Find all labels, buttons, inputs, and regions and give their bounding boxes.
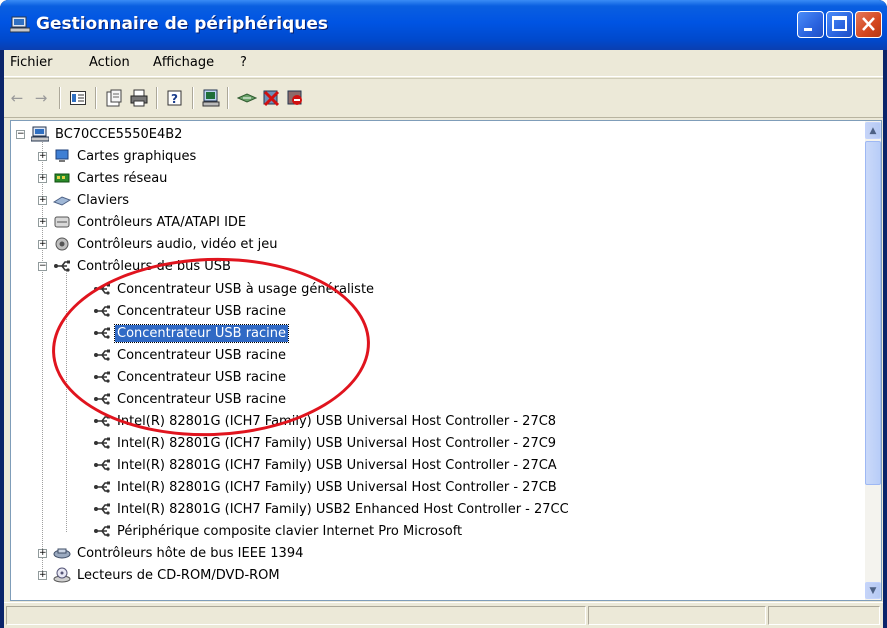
close-button[interactable] — [855, 11, 882, 38]
usb-device-label: Intel(R) 82801G (ICH7 Family) USB2 Enhan… — [117, 501, 569, 517]
tree-category-label: Contrôleurs hôte de bus IEEE 1394 — [77, 545, 304, 561]
audio-icon — [53, 236, 71, 252]
expand-icon[interactable]: + — [38, 548, 47, 558]
help-icon[interactable]: ? — [164, 87, 186, 109]
tree-category[interactable]: + Cartes graphiques — [38, 145, 198, 167]
tree-category[interactable]: + Contrôleurs audio, vidéo et jeu — [38, 233, 279, 255]
expand-icon[interactable]: + — [38, 217, 47, 227]
usb-icon — [93, 523, 111, 539]
maximize-icon — [832, 16, 847, 31]
menu-action[interactable]: Action — [89, 55, 130, 70]
tree-category-label: Lecteurs de CD-ROM/DVD-ROM — [77, 567, 280, 583]
usb-device-item[interactable]: Intel(R) 82801G (ICH7 Family) USB2 Enhan… — [93, 498, 571, 520]
maximize-button[interactable] — [826, 11, 853, 38]
tree-category[interactable]: + Cartes réseau — [38, 167, 169, 189]
expand-icon[interactable]: + — [38, 173, 47, 183]
forward-icon[interactable]: → — [30, 87, 52, 109]
back-icon[interactable]: ← — [6, 87, 28, 109]
expand-icon[interactable]: + — [38, 239, 47, 249]
tree-category-label: Cartes réseau — [77, 170, 168, 186]
usb-device-label: Intel(R) 82801G (ICH7 Family) USB Univer… — [117, 479, 557, 495]
usb-icon — [93, 501, 111, 517]
keyboard-icon — [53, 192, 71, 208]
computer-icon — [31, 126, 49, 142]
collapse-icon[interactable]: − — [16, 129, 25, 139]
tree-root-label: BC70CCE5550E4B2 — [55, 126, 183, 142]
tree-category[interactable]: + Contrôleurs hôte de bus IEEE 1394 — [38, 542, 305, 564]
menu-help[interactable]: ? — [240, 55, 247, 70]
usb-device-label: Intel(R) 82801G (ICH7 Family) USB Univer… — [117, 457, 557, 473]
status-cell — [588, 606, 766, 625]
menu-fichier[interactable]: Fichier — [10, 55, 53, 70]
tree-category[interactable]: + Contrôleurs ATA/ATAPI IDE — [38, 211, 248, 233]
minimize-icon — [804, 28, 812, 31]
console-tree-icon[interactable] — [67, 87, 89, 109]
scroll-up-button[interactable]: ▲ — [865, 122, 881, 139]
svg-text:?: ? — [171, 92, 178, 106]
usb-icon — [93, 479, 111, 495]
close-icon — [862, 17, 875, 31]
cdrom-icon — [53, 567, 71, 583]
scan-hardware-icon[interactable] — [200, 87, 222, 109]
usb-device-item[interactable]: Intel(R) 82801G (ICH7 Family) USB Univer… — [93, 432, 558, 454]
disable-device-icon[interactable] — [260, 87, 282, 109]
ide-controller-icon — [53, 214, 71, 230]
usb-icon — [93, 457, 111, 473]
firewire-icon — [53, 545, 71, 561]
toolbar-separator — [95, 87, 97, 109]
usb-device-item[interactable]: Intel(R) 82801G (ICH7 Family) USB Univer… — [93, 454, 559, 476]
tree-category-label: Claviers — [77, 192, 130, 208]
scroll-down-button[interactable]: ▼ — [865, 582, 881, 599]
usb-device-item[interactable]: Intel(R) 82801G (ICH7 Family) USB Univer… — [93, 476, 559, 498]
scroll-thumb[interactable] — [865, 141, 881, 485]
uninstall-device-icon[interactable] — [284, 87, 306, 109]
toolbar-separator — [59, 87, 61, 109]
expand-icon[interactable]: + — [38, 570, 47, 580]
device-manager-icon — [10, 16, 30, 33]
network-card-icon — [53, 170, 71, 186]
tree-category-label: Cartes graphiques — [77, 148, 197, 164]
display-adapter-icon — [53, 148, 71, 164]
status-cell — [768, 606, 880, 625]
tree-category-label: Contrôleurs ATA/ATAPI IDE — [77, 214, 247, 230]
update-driver-icon[interactable] — [236, 87, 258, 109]
expand-icon[interactable]: + — [38, 151, 47, 161]
minimize-button[interactable] — [797, 11, 824, 38]
toolbar-separator — [227, 87, 229, 109]
menu-bar: Fichier Action Affichage ? — [4, 50, 883, 77]
tree-category-label: Contrôleurs audio, vidéo et jeu — [77, 236, 278, 252]
usb-icon — [93, 435, 111, 451]
toolbar-separator — [156, 87, 158, 109]
vertical-scrollbar[interactable]: ▲ ▼ — [865, 120, 882, 601]
usb-device-item[interactable]: Périphérique composite clavier Internet … — [93, 520, 464, 542]
window-title: Gestionnaire de périphériques — [36, 14, 329, 34]
properties-icon[interactable] — [103, 87, 125, 109]
expand-icon[interactable]: + — [38, 195, 47, 205]
collapse-icon[interactable]: − — [38, 261, 47, 271]
title-bar[interactable]: Gestionnaire de périphériques — [0, 0, 887, 50]
tree-category[interactable]: + Claviers — [38, 189, 131, 211]
toolbar: ← → ? — [4, 78, 883, 118]
tree-line — [66, 269, 68, 532]
tree-root[interactable]: − BC70CCE5550E4B2 — [16, 123, 184, 145]
menu-affichage[interactable]: Affichage — [153, 55, 214, 70]
tree-category[interactable]: + Lecteurs de CD-ROM/DVD-ROM — [38, 564, 282, 586]
toolbar-separator — [192, 87, 194, 109]
status-cell — [6, 606, 586, 625]
usb-icon — [53, 258, 71, 274]
device-manager-window: Gestionnaire de périphériques Fichier Ac… — [0, 0, 887, 628]
print-icon[interactable] — [128, 87, 150, 109]
status-bar — [4, 602, 883, 628]
usb-device-label: Périphérique composite clavier Internet … — [117, 523, 463, 539]
usb-device-label: Intel(R) 82801G (ICH7 Family) USB Univer… — [117, 435, 557, 451]
